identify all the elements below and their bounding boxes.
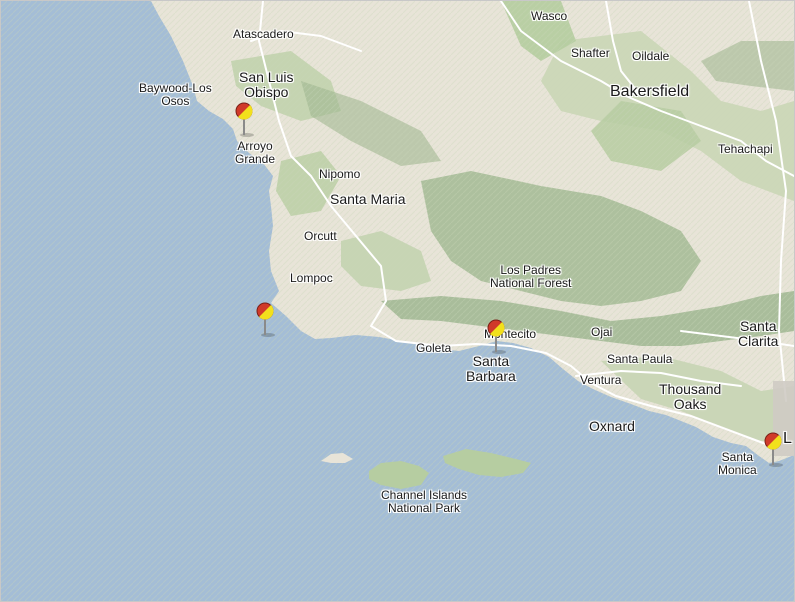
- map-view[interactable]: Wasco Shafter Oildale Bakersfield Atasca…: [0, 0, 795, 602]
- city-label-lompoc: Lompoc: [290, 271, 333, 285]
- map-pin-icon[interactable]: [254, 301, 276, 337]
- city-label-orcutt: Orcutt: [304, 229, 337, 243]
- city-label-bakersfield: Bakersfield: [610, 83, 690, 100]
- city-label-ventura: Ventura: [580, 373, 622, 387]
- city-label-santamaria: Santa Maria: [330, 191, 406, 207]
- city-label-baywood: Baywood-Los Osos: [139, 81, 212, 108]
- city-label-shafter: Shafter: [571, 46, 610, 60]
- area-label-lospadres: Los Padres National Forest: [490, 263, 572, 290]
- city-label-sanluis: San Luis Obispo: [239, 69, 294, 100]
- city-label-wasco: Wasco: [531, 9, 568, 23]
- city-label-thousandoaks: Thousand Oaks: [659, 381, 722, 412]
- map-pin-icon[interactable]: [233, 101, 255, 137]
- map-pin-icon[interactable]: [762, 431, 784, 467]
- city-label-santabarbara: Santa Barbara: [466, 353, 516, 384]
- city-label-oildale: Oildale: [632, 49, 670, 63]
- city-label-atascadero: Atascadero: [233, 27, 294, 41]
- city-label-arroyo: Arroyo Grande: [235, 139, 276, 166]
- map-pin-icon[interactable]: [485, 318, 507, 354]
- city-label-santaclarita: Santa Clarita: [738, 318, 779, 349]
- city-label-la-partial: L: [783, 430, 792, 447]
- city-label-oxnard: Oxnard: [589, 418, 635, 434]
- city-label-goleta: Goleta: [416, 341, 452, 355]
- city-label-tehachapi: Tehachapi: [718, 142, 773, 156]
- area-label-channelislands: Channel Islands National Park: [381, 488, 468, 515]
- city-label-santapaula: Santa Paula: [607, 352, 673, 366]
- city-label-nipomo: Nipomo: [319, 167, 361, 181]
- city-label-ojai: Ojai: [591, 325, 613, 339]
- city-label-santamonica: Santa Monica: [718, 450, 757, 477]
